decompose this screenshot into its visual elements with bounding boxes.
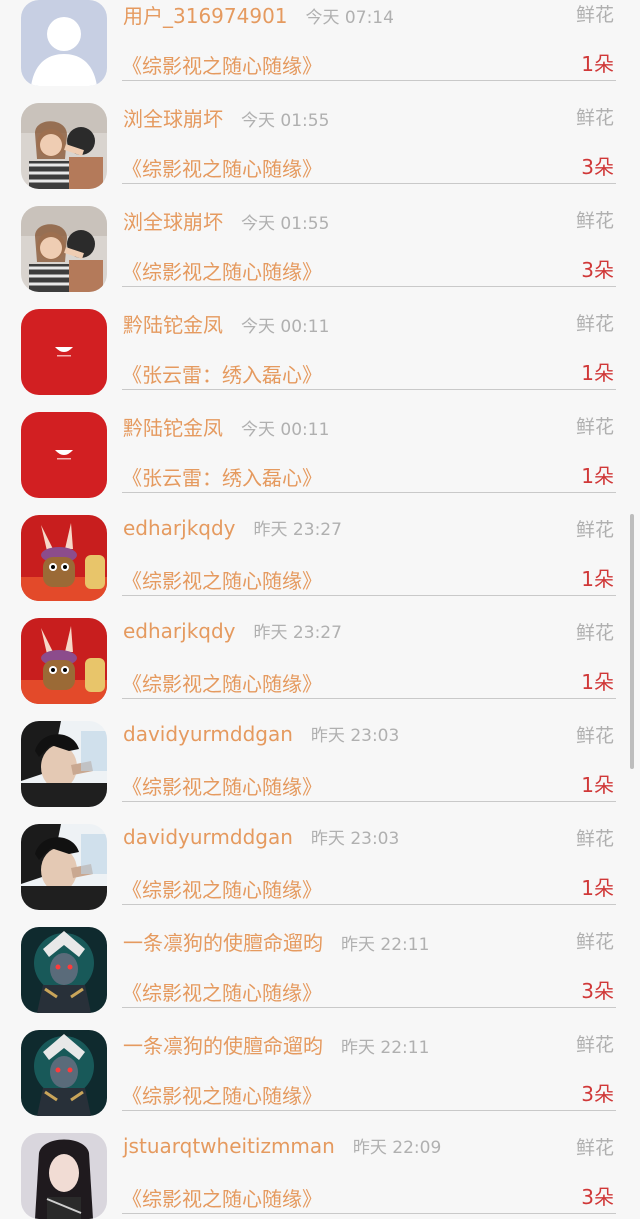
user-name-text[interactable]: davidyurmddgan xyxy=(123,722,293,746)
timestamp: 昨天 23:03 xyxy=(310,829,400,849)
user-name-text[interactable]: 一条凛狗的使膻命遛昀 xyxy=(123,1030,323,1059)
list-item[interactable]: 一条凛狗的使膻命遛昀 昨天 22:11 鲜花 《综影视之随心随缘》 3朵 xyxy=(0,905,640,1013)
timestamp: 今天 01:55 xyxy=(241,111,330,131)
user-name-text[interactable]: 用户_316974901 xyxy=(123,0,288,29)
gift-count: 1朵 xyxy=(581,361,614,385)
book-title-link[interactable]: 《综影视之随心随缘》 xyxy=(122,1080,322,1109)
avatar[interactable] xyxy=(21,1030,107,1116)
user-name[interactable]: 一条凛狗的使膻命遛昀 昨天 22:11 xyxy=(123,927,429,956)
avatar[interactable] xyxy=(21,618,107,704)
book-title-link[interactable]: 《综影视之随心随缘》 xyxy=(122,771,322,800)
gift-count: 3朵 xyxy=(581,1185,614,1209)
user-name-text[interactable]: 黔陆铊金凤 xyxy=(123,309,223,338)
user-name-text[interactable]: 一条凛狗的使膻命遛昀 xyxy=(123,927,323,956)
gift-type-label: 鲜花 xyxy=(575,622,614,644)
gift-count: 3朵 xyxy=(581,1082,614,1106)
gift-count: 1朵 xyxy=(581,52,614,76)
list-item[interactable]: 黔陆铊金凤 今天 00:11 鲜花 《张云雷：绣入磊心》 1朵 xyxy=(0,390,640,498)
user-name-text[interactable]: jstuarqtwheitizmman xyxy=(123,1134,335,1158)
list-item[interactable]: 用户_316974901 今天 07:14 鲜花 《综影视之随心随缘》 1朵 xyxy=(0,0,640,86)
user-name[interactable]: davidyurmddgan 昨天 23:03 xyxy=(123,721,399,746)
user-name[interactable]: davidyurmddgan 昨天 23:03 xyxy=(123,824,399,849)
avatar[interactable] xyxy=(21,206,107,292)
gift-type-label: 鲜花 xyxy=(575,519,614,541)
gift-count: 1朵 xyxy=(581,670,614,694)
user-name-text[interactable]: 浏全球崩坏 xyxy=(123,206,223,235)
timestamp: 昨天 23:03 xyxy=(310,726,400,746)
timestamp: 今天 07:14 xyxy=(305,8,394,28)
user-name[interactable]: 用户_316974901 今天 07:14 xyxy=(123,0,394,29)
book-title-link[interactable]: 《综影视之随心随缘》 xyxy=(122,668,322,697)
user-name-text[interactable]: 黔陆铊金凤 xyxy=(123,412,223,441)
gift-type-label: 鲜花 xyxy=(575,313,614,335)
timestamp: 昨天 23:27 xyxy=(253,623,342,643)
user-name[interactable]: 浏全球崩坏 今天 01:55 xyxy=(123,103,329,132)
gift-type-label: 鲜花 xyxy=(575,4,614,26)
avatar[interactable] xyxy=(21,103,107,189)
gift-count: 3朵 xyxy=(581,155,614,179)
user-name-text[interactable]: 浏全球崩坏 xyxy=(123,103,223,132)
gift-type-label: 鲜花 xyxy=(575,1034,614,1056)
book-title-link[interactable]: 《综影视之随心随缘》 xyxy=(122,874,322,903)
gift-type-label: 鲜花 xyxy=(575,828,614,850)
divider xyxy=(122,1213,616,1214)
list-item[interactable]: davidyurmddgan 昨天 23:03 鲜花 《综影视之随心随缘》 1朵 xyxy=(0,802,640,910)
list-item[interactable]: 浏全球崩坏 今天 01:55 鲜花 《综影视之随心随缘》 3朵 xyxy=(0,81,640,189)
list-item[interactable]: 浏全球崩坏 今天 01:55 鲜花 《综影视之随心随缘》 3朵 xyxy=(0,184,640,292)
list-item[interactable]: 一条凛狗的使膻命遛昀 昨天 22:11 鲜花 《综影视之随心随缘》 3朵 xyxy=(0,1008,640,1116)
user-name[interactable]: jstuarqtwheitizmman 昨天 22:09 xyxy=(123,1133,441,1158)
gift-count: 3朵 xyxy=(581,258,614,282)
user-name-text[interactable]: edharjkqdy xyxy=(123,619,236,643)
timestamp: 昨天 23:27 xyxy=(253,520,342,540)
avatar[interactable] xyxy=(21,0,107,86)
user-name[interactable]: edharjkqdy 昨天 23:27 xyxy=(123,618,342,643)
avatar[interactable] xyxy=(21,1133,107,1219)
gift-type-label: 鲜花 xyxy=(575,931,614,953)
timestamp: 昨天 22:11 xyxy=(341,935,430,955)
gift-type-label: 鲜花 xyxy=(575,416,614,438)
book-title-link[interactable]: 《张云雷：绣入磊心》 xyxy=(122,359,322,388)
timestamp: 今天 00:11 xyxy=(241,420,330,440)
list-item[interactable]: 黔陆铊金凤 今天 00:11 鲜花 《张云雷：绣入磊心》 1朵 xyxy=(0,287,640,395)
scrollbar[interactable] xyxy=(630,514,634,769)
list-item[interactable]: jstuarqtwheitizmman 昨天 22:09 鲜花 《综影视之随心随缘… xyxy=(0,1111,640,1219)
book-title-link[interactable]: 《综影视之随心随缘》 xyxy=(122,50,322,79)
timestamp: 今天 00:11 xyxy=(241,317,330,337)
gift-count: 3朵 xyxy=(581,979,614,1003)
avatar[interactable] xyxy=(21,721,107,807)
book-title-link[interactable]: 《综影视之随心随缘》 xyxy=(122,1183,322,1212)
gift-type-label: 鲜花 xyxy=(575,1137,614,1159)
gift-type-label: 鲜花 xyxy=(575,725,614,747)
user-name-text[interactable]: davidyurmddgan xyxy=(123,825,293,849)
user-name[interactable]: edharjkqdy 昨天 23:27 xyxy=(123,515,342,540)
list-item[interactable]: davidyurmddgan 昨天 23:03 鲜花 《综影视之随心随缘》 1朵 xyxy=(0,699,640,807)
book-title-link[interactable]: 《综影视之随心随缘》 xyxy=(122,153,322,182)
list-item[interactable]: edharjkqdy 昨天 23:27 鲜花 《综影视之随心随缘》 1朵 xyxy=(0,596,640,704)
gift-count: 1朵 xyxy=(581,567,614,591)
user-name[interactable]: 一条凛狗的使膻命遛昀 昨天 22:11 xyxy=(123,1030,429,1059)
user-name[interactable]: 黔陆铊金凤 今天 00:11 xyxy=(123,309,329,338)
user-name[interactable]: 浏全球崩坏 今天 01:55 xyxy=(123,206,329,235)
gift-count: 1朵 xyxy=(581,876,614,900)
avatar[interactable] xyxy=(21,309,107,395)
gift-type-label: 鲜花 xyxy=(575,107,614,129)
timestamp: 昨天 22:11 xyxy=(341,1038,430,1058)
book-title-link[interactable]: 《综影视之随心随缘》 xyxy=(122,565,322,594)
book-title-link[interactable]: 《综影视之随心随缘》 xyxy=(122,256,322,285)
timestamp: 今天 01:55 xyxy=(241,214,330,234)
avatar[interactable] xyxy=(21,927,107,1013)
book-title-link[interactable]: 《张云雷：绣入磊心》 xyxy=(122,462,322,491)
list-item[interactable]: edharjkqdy 昨天 23:27 鲜花 《综影视之随心随缘》 1朵 xyxy=(0,493,640,601)
gift-type-label: 鲜花 xyxy=(575,210,614,232)
timestamp: 昨天 22:09 xyxy=(352,1138,442,1158)
book-title-link[interactable]: 《综影视之随心随缘》 xyxy=(122,977,322,1006)
avatar[interactable] xyxy=(21,412,107,498)
gift-count: 1朵 xyxy=(581,773,614,797)
avatar[interactable] xyxy=(21,515,107,601)
gift-record-list: 用户_316974901 今天 07:14 鲜花 《综影视之随心随缘》 1朵 浏全… xyxy=(0,0,640,1219)
user-name-text[interactable]: edharjkqdy xyxy=(123,516,236,540)
avatar[interactable] xyxy=(21,824,107,910)
gift-count: 1朵 xyxy=(581,464,614,488)
user-name[interactable]: 黔陆铊金凤 今天 00:11 xyxy=(123,412,329,441)
